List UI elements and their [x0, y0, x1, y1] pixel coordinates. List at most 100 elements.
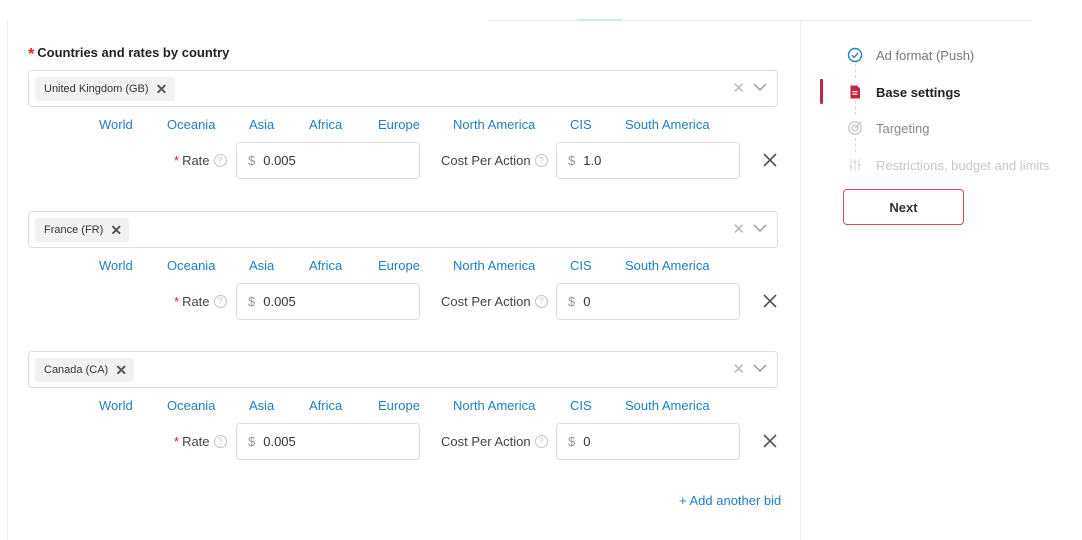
rate-row: * Rate? $0.005 Cost Per Action? $1.0 [28, 142, 788, 179]
region-south-america-link[interactable]: South America [625, 398, 710, 413]
rate-label: * Rate? [174, 153, 227, 168]
region-cis-link[interactable]: CIS [570, 258, 592, 273]
help-icon[interactable]: ? [213, 295, 227, 308]
region-south-america-link[interactable]: South America [625, 117, 710, 132]
rate-value: 0.005 [263, 153, 296, 168]
help-icon[interactable]: ? [534, 154, 548, 167]
chevron-down-icon[interactable] [751, 219, 769, 237]
step-label: Base settings [876, 84, 961, 100]
sidebar-divider [800, 20, 801, 540]
next-button[interactable]: Next [843, 189, 964, 225]
region-cis-link[interactable]: CIS [570, 117, 592, 132]
region-cis-link[interactable]: CIS [570, 398, 592, 413]
region-asia-link[interactable]: Asia [249, 398, 274, 413]
currency-symbol: $ [248, 294, 256, 309]
cpa-label: Cost Per Action? [441, 153, 548, 168]
region-north-america-link[interactable]: North America [453, 258, 535, 273]
document-icon [850, 85, 860, 99]
region-africa-link[interactable]: Africa [309, 258, 342, 273]
region-south-america-link[interactable]: South America [625, 258, 710, 273]
cpa-label-text: Cost Per Action [441, 294, 531, 309]
rate-label: * Rate? [174, 434, 227, 449]
region-world-link[interactable]: World [99, 258, 133, 273]
region-africa-link[interactable]: Africa [309, 398, 342, 413]
region-europe-link[interactable]: Europe [378, 398, 420, 413]
region-links: World Oceania Asia Africa Europe North A… [28, 117, 788, 133]
cpa-input[interactable]: $0 [556, 423, 740, 460]
active-step-indicator [820, 79, 823, 104]
rate-label-text: Rate [182, 294, 210, 309]
region-oceania-link[interactable]: Oceania [167, 398, 215, 413]
currency-symbol: $ [568, 153, 576, 168]
region-africa-link[interactable]: Africa [309, 117, 342, 132]
remove-bid-icon[interactable] [761, 292, 779, 310]
help-icon[interactable]: ? [534, 435, 548, 448]
region-world-link[interactable]: World [99, 398, 133, 413]
rate-input[interactable]: $0.005 [236, 142, 420, 179]
step-label: Restrictions, budget and limits [876, 157, 1050, 173]
rate-value: 0.005 [263, 434, 296, 449]
top-divider [490, 20, 1030, 21]
remove-country-icon[interactable]: ✕ [108, 358, 134, 382]
chevron-down-icon[interactable] [751, 78, 769, 96]
currency-symbol: $ [568, 294, 576, 309]
chevron-down-icon[interactable] [751, 359, 769, 377]
remove-bid-icon[interactable] [761, 151, 779, 169]
region-europe-link[interactable]: Europe [378, 258, 420, 273]
country-select[interactable]: France (FR) ✕ ✕ [28, 211, 778, 248]
region-europe-link[interactable]: Europe [378, 117, 420, 132]
target-icon [848, 121, 862, 135]
region-asia-link[interactable]: Asia [249, 258, 274, 273]
required-mark: * [28, 46, 35, 63]
country-select[interactable]: Canada (CA) ✕ ✕ [28, 351, 778, 388]
rate-input[interactable]: $0.005 [236, 283, 420, 320]
help-icon[interactable]: ? [213, 154, 227, 167]
cpa-value: 0 [583, 294, 591, 309]
region-links: World Oceania Asia Africa Europe North A… [28, 258, 788, 274]
sliders-icon [849, 159, 861, 171]
cpa-value: 1.0 [583, 153, 602, 168]
cpa-label: Cost Per Action? [441, 434, 548, 449]
country-select[interactable]: United Kingdom (GB) ✕ ✕ [28, 70, 778, 107]
bid-block: United Kingdom (GB) ✕ ✕ World Oceania As… [28, 70, 788, 195]
add-another-bid-link[interactable]: + Add another bid [679, 493, 781, 508]
remove-country-icon[interactable]: ✕ [149, 77, 175, 101]
step-label: Ad format (Push) [876, 47, 975, 63]
country-tag-label: Canada (CA) [44, 364, 109, 376]
cpa-label-text: Cost Per Action [441, 434, 531, 449]
remove-bid-icon[interactable] [761, 432, 779, 450]
help-icon[interactable]: ? [534, 295, 548, 308]
remove-country-icon[interactable]: ✕ [103, 218, 129, 242]
step-connector [855, 64, 856, 78]
rate-label-text: Rate [182, 153, 210, 168]
region-north-america-link[interactable]: North America [453, 117, 535, 132]
rate-value: 0.005 [263, 294, 296, 309]
region-north-america-link[interactable]: North America [453, 398, 535, 413]
step-connector [855, 138, 856, 152]
cpa-input[interactable]: $1.0 [556, 142, 740, 179]
region-world-link[interactable]: World [99, 117, 133, 132]
region-oceania-link[interactable]: Oceania [167, 117, 215, 132]
currency-symbol: $ [248, 434, 256, 449]
rate-row: * Rate? $0.005 Cost Per Action? $0 [28, 423, 788, 460]
region-asia-link[interactable]: Asia [249, 117, 274, 132]
check-circle-icon [847, 47, 863, 63]
rate-input[interactable]: $0.005 [236, 423, 420, 460]
main-panel-border [7, 20, 8, 540]
step-connector [855, 101, 856, 115]
top-tab-indicator [577, 19, 622, 21]
cpa-input[interactable]: $0 [556, 283, 740, 320]
region-links: World Oceania Asia Africa Europe North A… [28, 398, 788, 414]
clear-icon[interactable]: ✕ [732, 220, 745, 238]
required-mark: * [174, 153, 180, 168]
bid-block: France (FR) ✕ ✕ World Oceania Asia Afric… [28, 211, 788, 336]
clear-icon[interactable]: ✕ [732, 360, 745, 378]
rate-label: * Rate? [174, 294, 227, 309]
currency-symbol: $ [248, 153, 256, 168]
region-oceania-link[interactable]: Oceania [167, 258, 215, 273]
clear-icon[interactable]: ✕ [732, 79, 745, 97]
cpa-value: 0 [583, 434, 591, 449]
help-icon[interactable]: ? [213, 435, 227, 448]
country-tag-label: United Kingdom (GB) [44, 83, 149, 95]
required-mark: * [174, 294, 180, 309]
